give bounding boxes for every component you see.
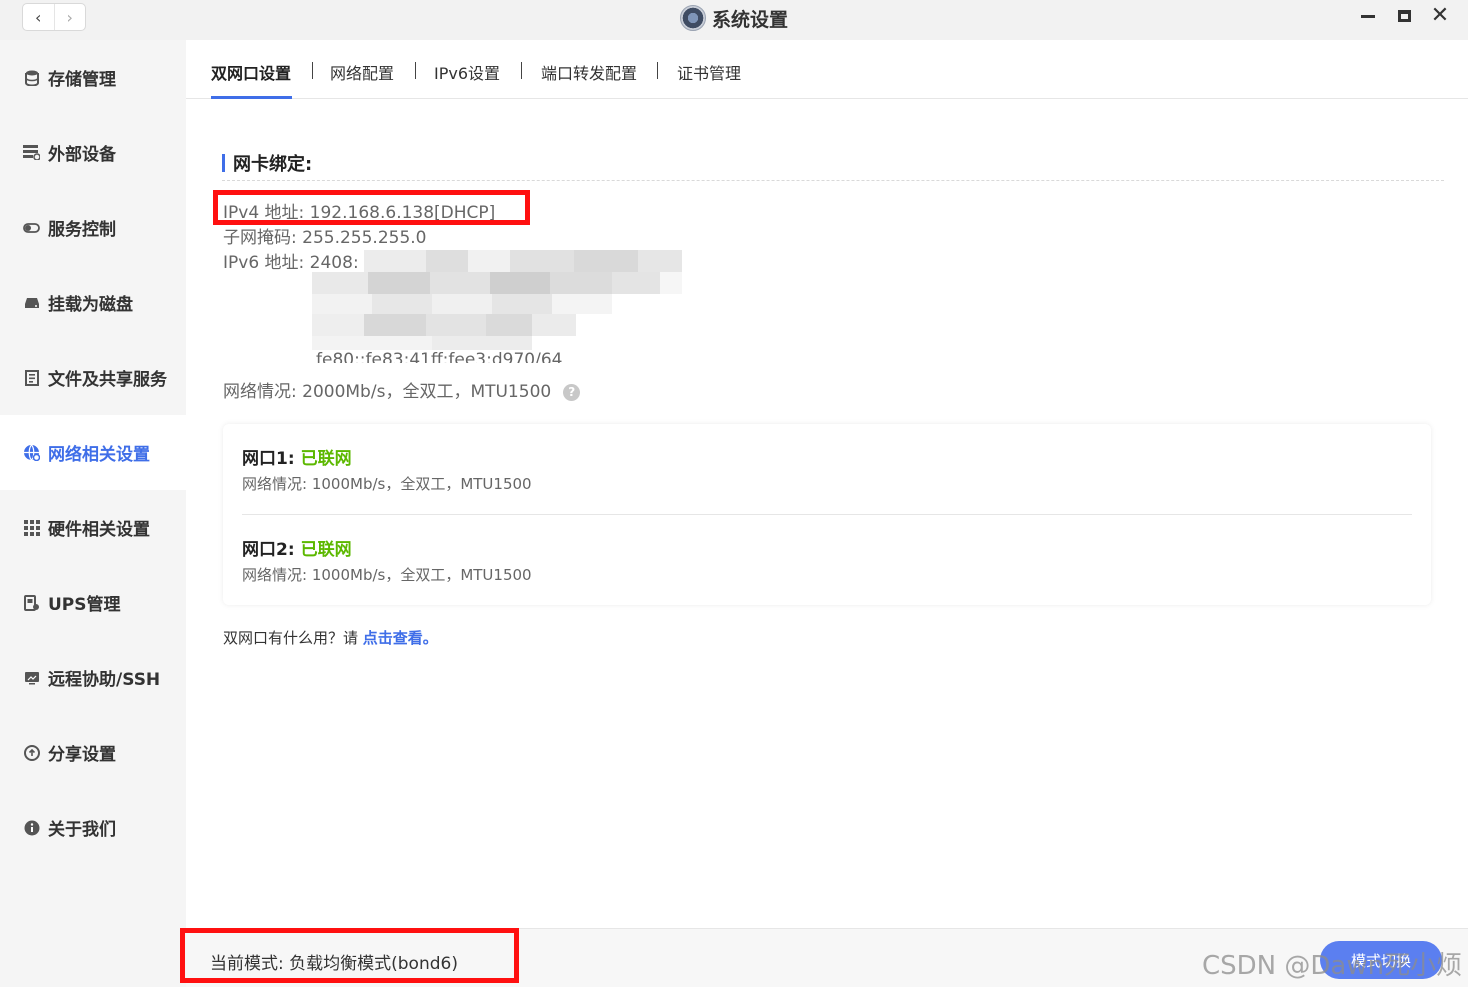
file-share-icon bbox=[23, 369, 40, 386]
card-divider bbox=[242, 514, 1412, 515]
port-2-title: 网口2: 已联网 bbox=[242, 535, 352, 560]
sidebar-item-network[interactable]: 网络相关设置 bbox=[0, 415, 186, 490]
window-title: 系统设置 bbox=[712, 8, 789, 31]
annotation-box-mode bbox=[180, 928, 519, 983]
tab-network-config[interactable]: 网络配置 bbox=[330, 60, 394, 84]
sidebar-item-about[interactable]: 关于我们 bbox=[0, 790, 186, 865]
remote-icon bbox=[23, 669, 40, 686]
sidebar-item-file-share[interactable]: 文件及共享服务 bbox=[0, 340, 186, 415]
tab-divider bbox=[415, 62, 416, 79]
nav-buttons: ‹ › bbox=[22, 3, 86, 31]
sidebar-item-storage[interactable]: 存储管理 bbox=[0, 40, 186, 115]
app-logo-icon bbox=[680, 5, 706, 31]
title-bar: ‹ › 系统设置 ✕ bbox=[0, 0, 1468, 40]
tab-certificates[interactable]: 证书管理 bbox=[677, 60, 741, 84]
active-tab-indicator bbox=[211, 96, 292, 99]
sidebar-item-remote-ssh[interactable]: 远程协助/SSH bbox=[0, 640, 186, 715]
sidebar: 存储管理 外部设备 服务控制 挂载为磁盘 文件及共享服务 网络相关设置 硬件相关… bbox=[0, 40, 186, 987]
database-icon bbox=[23, 69, 40, 86]
toggle-icon bbox=[23, 219, 40, 236]
chevron-left-icon: ‹ bbox=[35, 7, 42, 27]
tab-dual-port[interactable]: 双网口设置 bbox=[211, 60, 291, 84]
sidebar-item-label: 远程协助/SSH bbox=[48, 670, 161, 690]
close-icon: ✕ bbox=[1430, 3, 1450, 28]
app-title: 系统设置 bbox=[680, 4, 788, 32]
info-icon bbox=[23, 819, 40, 836]
tab-divider bbox=[521, 62, 522, 79]
subnet-mask: 子网掩码: 255.255.255.0 bbox=[223, 228, 427, 248]
sidebar-item-label: 服务控制 bbox=[48, 220, 116, 240]
port-2-label: 网口2: bbox=[242, 540, 295, 560]
tab-divider bbox=[657, 62, 658, 79]
tab-port-forwarding[interactable]: 端口转发配置 bbox=[541, 60, 637, 84]
tab-divider bbox=[312, 62, 313, 79]
sidebar-item-service-control[interactable]: 服务控制 bbox=[0, 190, 186, 265]
share-icon bbox=[23, 744, 40, 761]
sidebar-item-share-settings[interactable]: 分享设置 bbox=[0, 715, 186, 790]
port-2-status: 已联网 bbox=[300, 540, 352, 560]
ipv6-redacted-mosaic bbox=[312, 250, 682, 350]
sidebar-item-hardware[interactable]: 硬件相关设置 bbox=[0, 490, 186, 565]
globe-icon bbox=[23, 444, 40, 461]
help-link[interactable]: 点击查看。 bbox=[363, 629, 438, 647]
minimize-icon bbox=[1361, 14, 1375, 18]
sidebar-item-label: 网络相关设置 bbox=[48, 445, 150, 465]
external-device-icon bbox=[23, 144, 40, 161]
help-icon[interactable]: ? bbox=[563, 383, 581, 401]
maximize-button[interactable] bbox=[1394, 6, 1414, 26]
grid-icon bbox=[23, 519, 40, 536]
bond-network-status: 网络情况: 2000Mb/s，全双工，MTU1500? bbox=[223, 377, 581, 402]
section-accent-bar bbox=[222, 154, 225, 172]
sidebar-item-label: 硬件相关设置 bbox=[48, 520, 150, 540]
bond-network-status-text: 网络情况: 2000Mb/s，全双工，MTU1500 bbox=[223, 382, 552, 402]
sidebar-item-external-devices[interactable]: 外部设备 bbox=[0, 115, 186, 190]
port-1-info: 网络情况: 1000Mb/s，全双工，MTU1500 bbox=[242, 475, 532, 493]
section-title-text: 网卡绑定: bbox=[233, 154, 313, 175]
chevron-right-icon: › bbox=[66, 7, 73, 27]
sidebar-item-label: 外部设备 bbox=[48, 145, 116, 165]
sidebar-item-label: 关于我们 bbox=[48, 820, 116, 840]
section-divider bbox=[222, 180, 1444, 181]
ups-icon bbox=[23, 594, 40, 611]
port-status-card: 网口1: 已联网 网络情况: 1000Mb/s，全双工，MTU1500 网口2: 已… bbox=[223, 424, 1431, 605]
close-button[interactable]: ✕ bbox=[1430, 3, 1450, 28]
port-1-status: 已联网 bbox=[300, 449, 352, 469]
back-button[interactable]: ‹ bbox=[23, 4, 54, 30]
sidebar-item-label: 分享设置 bbox=[48, 745, 116, 765]
tab-bar: 双网口设置 网络配置 IPv6设置 端口转发配置 证书管理 bbox=[186, 40, 1468, 99]
sidebar-item-label: 存储管理 bbox=[48, 70, 116, 90]
port-1-label: 网口1: bbox=[242, 449, 295, 469]
port-2-info: 网络情况: 1000Mb/s，全双工，MTU1500 bbox=[242, 566, 532, 584]
section-title: 网卡绑定: bbox=[222, 150, 312, 176]
sidebar-item-label: 文件及共享服务 bbox=[48, 370, 167, 390]
dual-port-help: 双网口有什么用？请 点击查看。 bbox=[223, 627, 438, 648]
ipv6-link-local: fe80::fe83:41ff:fee3:d970/64 bbox=[316, 350, 563, 363]
sidebar-item-label: 挂载为磁盘 bbox=[48, 295, 133, 315]
annotation-box-ipv4 bbox=[213, 190, 530, 225]
tab-ipv6[interactable]: IPv6设置 bbox=[434, 60, 500, 84]
disk-icon bbox=[23, 294, 40, 311]
forward-button[interactable]: › bbox=[53, 4, 86, 30]
sidebar-item-ups[interactable]: UPS管理 bbox=[0, 565, 186, 640]
window-controls: ✕ bbox=[1358, 3, 1450, 28]
sidebar-item-mount-disk[interactable]: 挂载为磁盘 bbox=[0, 265, 186, 340]
sidebar-item-label: UPS管理 bbox=[48, 595, 121, 615]
port-1-title: 网口1: 已联网 bbox=[242, 444, 352, 469]
minimize-button[interactable] bbox=[1358, 6, 1378, 26]
help-prompt: 双网口有什么用？请 bbox=[223, 629, 363, 647]
maximize-icon bbox=[1397, 10, 1411, 22]
watermark: CSDN @Dawn死小烦 bbox=[1202, 951, 1463, 981]
